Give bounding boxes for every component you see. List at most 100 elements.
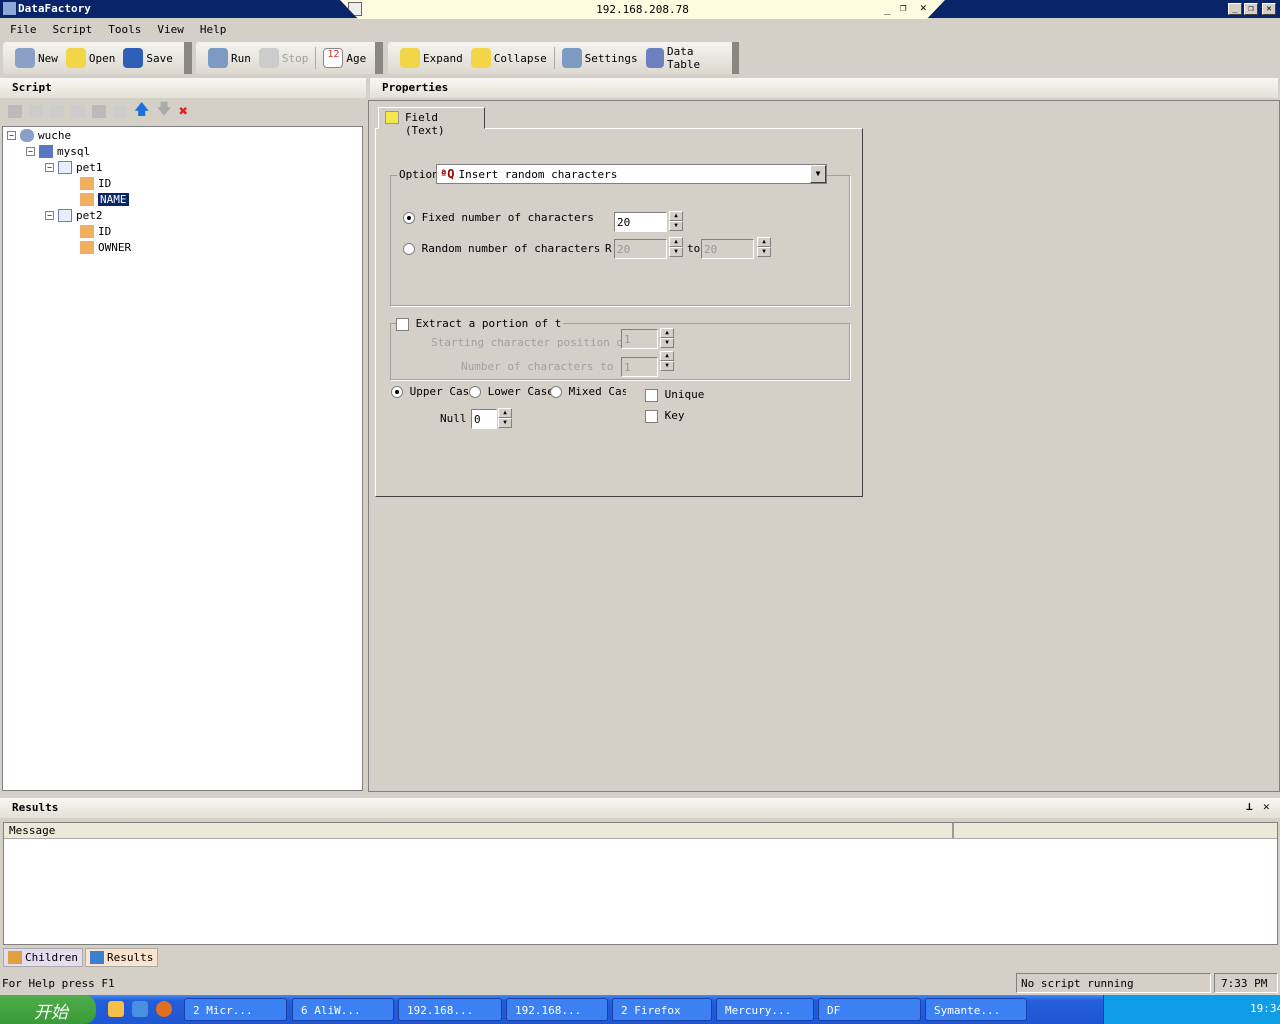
tab-results[interactable]: Results bbox=[84, 948, 159, 967]
firefox-icon[interactable] bbox=[156, 1001, 172, 1017]
age-button[interactable]: 12 Age bbox=[319, 45, 370, 71]
fixed-radio[interactable]: Fixed number of characters bbox=[403, 211, 594, 224]
task-micr[interactable]: 2 Micr... bbox=[184, 998, 287, 1021]
tree-node-id[interactable]: ID bbox=[80, 176, 111, 191]
table-icon[interactable] bbox=[50, 104, 64, 118]
radio-random[interactable] bbox=[403, 243, 415, 255]
upper-case-radio[interactable]: Upper Case bbox=[391, 385, 476, 398]
num-chars-input[interactable] bbox=[621, 357, 658, 377]
collapse-toggle[interactable]: − bbox=[26, 147, 35, 156]
database-icon bbox=[645, 48, 664, 68]
start-button[interactable]: 开始 bbox=[0, 995, 96, 1024]
task-remote-2[interactable]: 192.168... bbox=[506, 998, 608, 1021]
random-to-input[interactable] bbox=[701, 239, 754, 259]
tree-node-mysql[interactable]: − mysql bbox=[26, 144, 90, 159]
field-icon bbox=[80, 241, 94, 254]
tree-node-name[interactable]: NAME bbox=[80, 192, 129, 207]
menu-file[interactable]: File bbox=[4, 20, 43, 39]
close-icon[interactable]: ✕ bbox=[1263, 800, 1270, 813]
maximize-button[interactable]: ❐ bbox=[1244, 3, 1258, 15]
extract-check[interactable] bbox=[396, 317, 409, 331]
radio-mixed[interactable] bbox=[550, 386, 562, 398]
expand-button[interactable]: Expand bbox=[396, 45, 467, 71]
start-position-label: Starting character position of bbox=[431, 336, 630, 349]
null-input[interactable] bbox=[471, 409, 497, 429]
collapse-toggle[interactable]: − bbox=[45, 211, 54, 220]
close-button[interactable]: ✕ bbox=[1262, 3, 1276, 15]
key-checkbox[interactable]: Key bbox=[645, 409, 685, 423]
save-button[interactable]: Save bbox=[119, 45, 177, 71]
minimize-button[interactable]: _ bbox=[1228, 3, 1242, 15]
menu-tools[interactable]: Tools bbox=[102, 20, 147, 39]
unique-checkbox[interactable]: Unique bbox=[645, 388, 704, 402]
new-button[interactable]: New bbox=[11, 45, 62, 71]
tree-node-id[interactable]: ID bbox=[80, 224, 111, 239]
fixed-count-input[interactable] bbox=[614, 212, 667, 232]
toolbar-overflow[interactable] bbox=[375, 42, 383, 74]
menu-help[interactable]: Help bbox=[194, 20, 233, 39]
tree-node-pet2[interactable]: − pet2 bbox=[45, 208, 103, 223]
fixed-count-spinner[interactable]: ▲ ▼ bbox=[669, 211, 683, 231]
restore-icon[interactable]: ❐ bbox=[900, 1, 907, 14]
extract-checkbox[interactable]: Extract a portion of t bbox=[396, 317, 564, 331]
collapse-toggle[interactable]: − bbox=[7, 131, 16, 140]
tree-node-wuche[interactable]: − wuche bbox=[7, 128, 71, 143]
option-select[interactable]: ªQ Insert random characters ▼ bbox=[436, 164, 827, 184]
new-label: New bbox=[38, 51, 58, 65]
move-down-icon[interactable]: 🡇 bbox=[156, 99, 171, 124]
pin-icon[interactable]: ⊥ bbox=[1246, 800, 1253, 813]
data-table-button[interactable]: Data Table bbox=[642, 45, 732, 71]
move-up-icon[interactable]: 🡅 bbox=[134, 99, 149, 124]
minimize-icon[interactable]: _ bbox=[884, 2, 891, 15]
ie-icon[interactable] bbox=[132, 1001, 148, 1017]
task-aliw[interactable]: 6 AliW... bbox=[292, 998, 394, 1021]
table-copy-icon[interactable] bbox=[71, 104, 85, 118]
close-icon[interactable]: ✕ bbox=[920, 1, 927, 14]
task-df[interactable]: DF bbox=[818, 998, 921, 1021]
task-firefox[interactable]: 2 Firefox bbox=[612, 998, 712, 1021]
toolbar-file: New Open Save bbox=[3, 42, 192, 74]
folder-icon bbox=[470, 48, 491, 68]
lower-case-radio[interactable]: Lower Case bbox=[469, 385, 554, 398]
table-icon[interactable] bbox=[29, 104, 43, 118]
task-remote-1[interactable]: 192.168... bbox=[398, 998, 502, 1021]
clock[interactable]: 19:34 bbox=[1250, 1002, 1280, 1015]
radio-lower[interactable] bbox=[469, 386, 481, 398]
start-position-spinner[interactable]: ▲ ▼ bbox=[660, 328, 674, 348]
chevron-down-icon[interactable]: ▼ bbox=[810, 165, 826, 183]
start-position-input[interactable] bbox=[621, 329, 658, 349]
random-from-input[interactable] bbox=[614, 239, 667, 259]
settings-button[interactable]: Settings bbox=[558, 45, 642, 71]
menu-script[interactable]: Script bbox=[47, 20, 99, 39]
null-spinner[interactable]: ▲ ▼ bbox=[498, 408, 512, 428]
tab-field-text[interactable]: Field (Text) bbox=[378, 107, 485, 137]
stop-button[interactable]: Stop bbox=[255, 45, 313, 71]
collapse-toggle[interactable]: − bbox=[45, 163, 54, 172]
tab-children[interactable]: Children bbox=[3, 948, 83, 967]
task-symantec[interactable]: Symante... bbox=[925, 998, 1027, 1021]
toolbar-overflow[interactable] bbox=[731, 42, 740, 74]
quicklaunch-icon[interactable] bbox=[108, 1001, 124, 1017]
run-button[interactable]: Run bbox=[204, 45, 255, 71]
task-mercury[interactable]: Mercury... bbox=[716, 998, 814, 1021]
tree-node-owner[interactable]: OWNER bbox=[80, 240, 131, 255]
collapse-button[interactable]: Collapse bbox=[467, 45, 551, 71]
random-from-spinner[interactable]: ▲ ▼ bbox=[669, 237, 683, 257]
delete-icon[interactable]: ✖ bbox=[179, 102, 188, 120]
unique-check[interactable] bbox=[645, 388, 658, 402]
mixed-case-radio[interactable]: Mixed Case bbox=[550, 385, 626, 398]
radio-fixed[interactable] bbox=[403, 212, 415, 224]
toolbar-overflow[interactable] bbox=[184, 42, 192, 74]
random-to-spinner[interactable]: ▲ ▼ bbox=[757, 237, 771, 257]
random-radio[interactable]: Random number of characters bbox=[403, 242, 600, 255]
num-chars-spinner[interactable]: ▲ ▼ bbox=[660, 351, 674, 371]
menu-view[interactable]: View bbox=[151, 20, 190, 39]
open-button[interactable]: Open bbox=[62, 45, 120, 71]
db-icon[interactable] bbox=[8, 104, 22, 118]
field-icon[interactable] bbox=[92, 104, 106, 118]
column-message[interactable]: Message bbox=[4, 823, 954, 838]
key-check[interactable] bbox=[645, 409, 658, 423]
tree-node-pet1[interactable]: − pet1 bbox=[45, 160, 103, 175]
run-field-icon[interactable] bbox=[113, 104, 127, 118]
radio-upper[interactable] bbox=[391, 386, 403, 398]
